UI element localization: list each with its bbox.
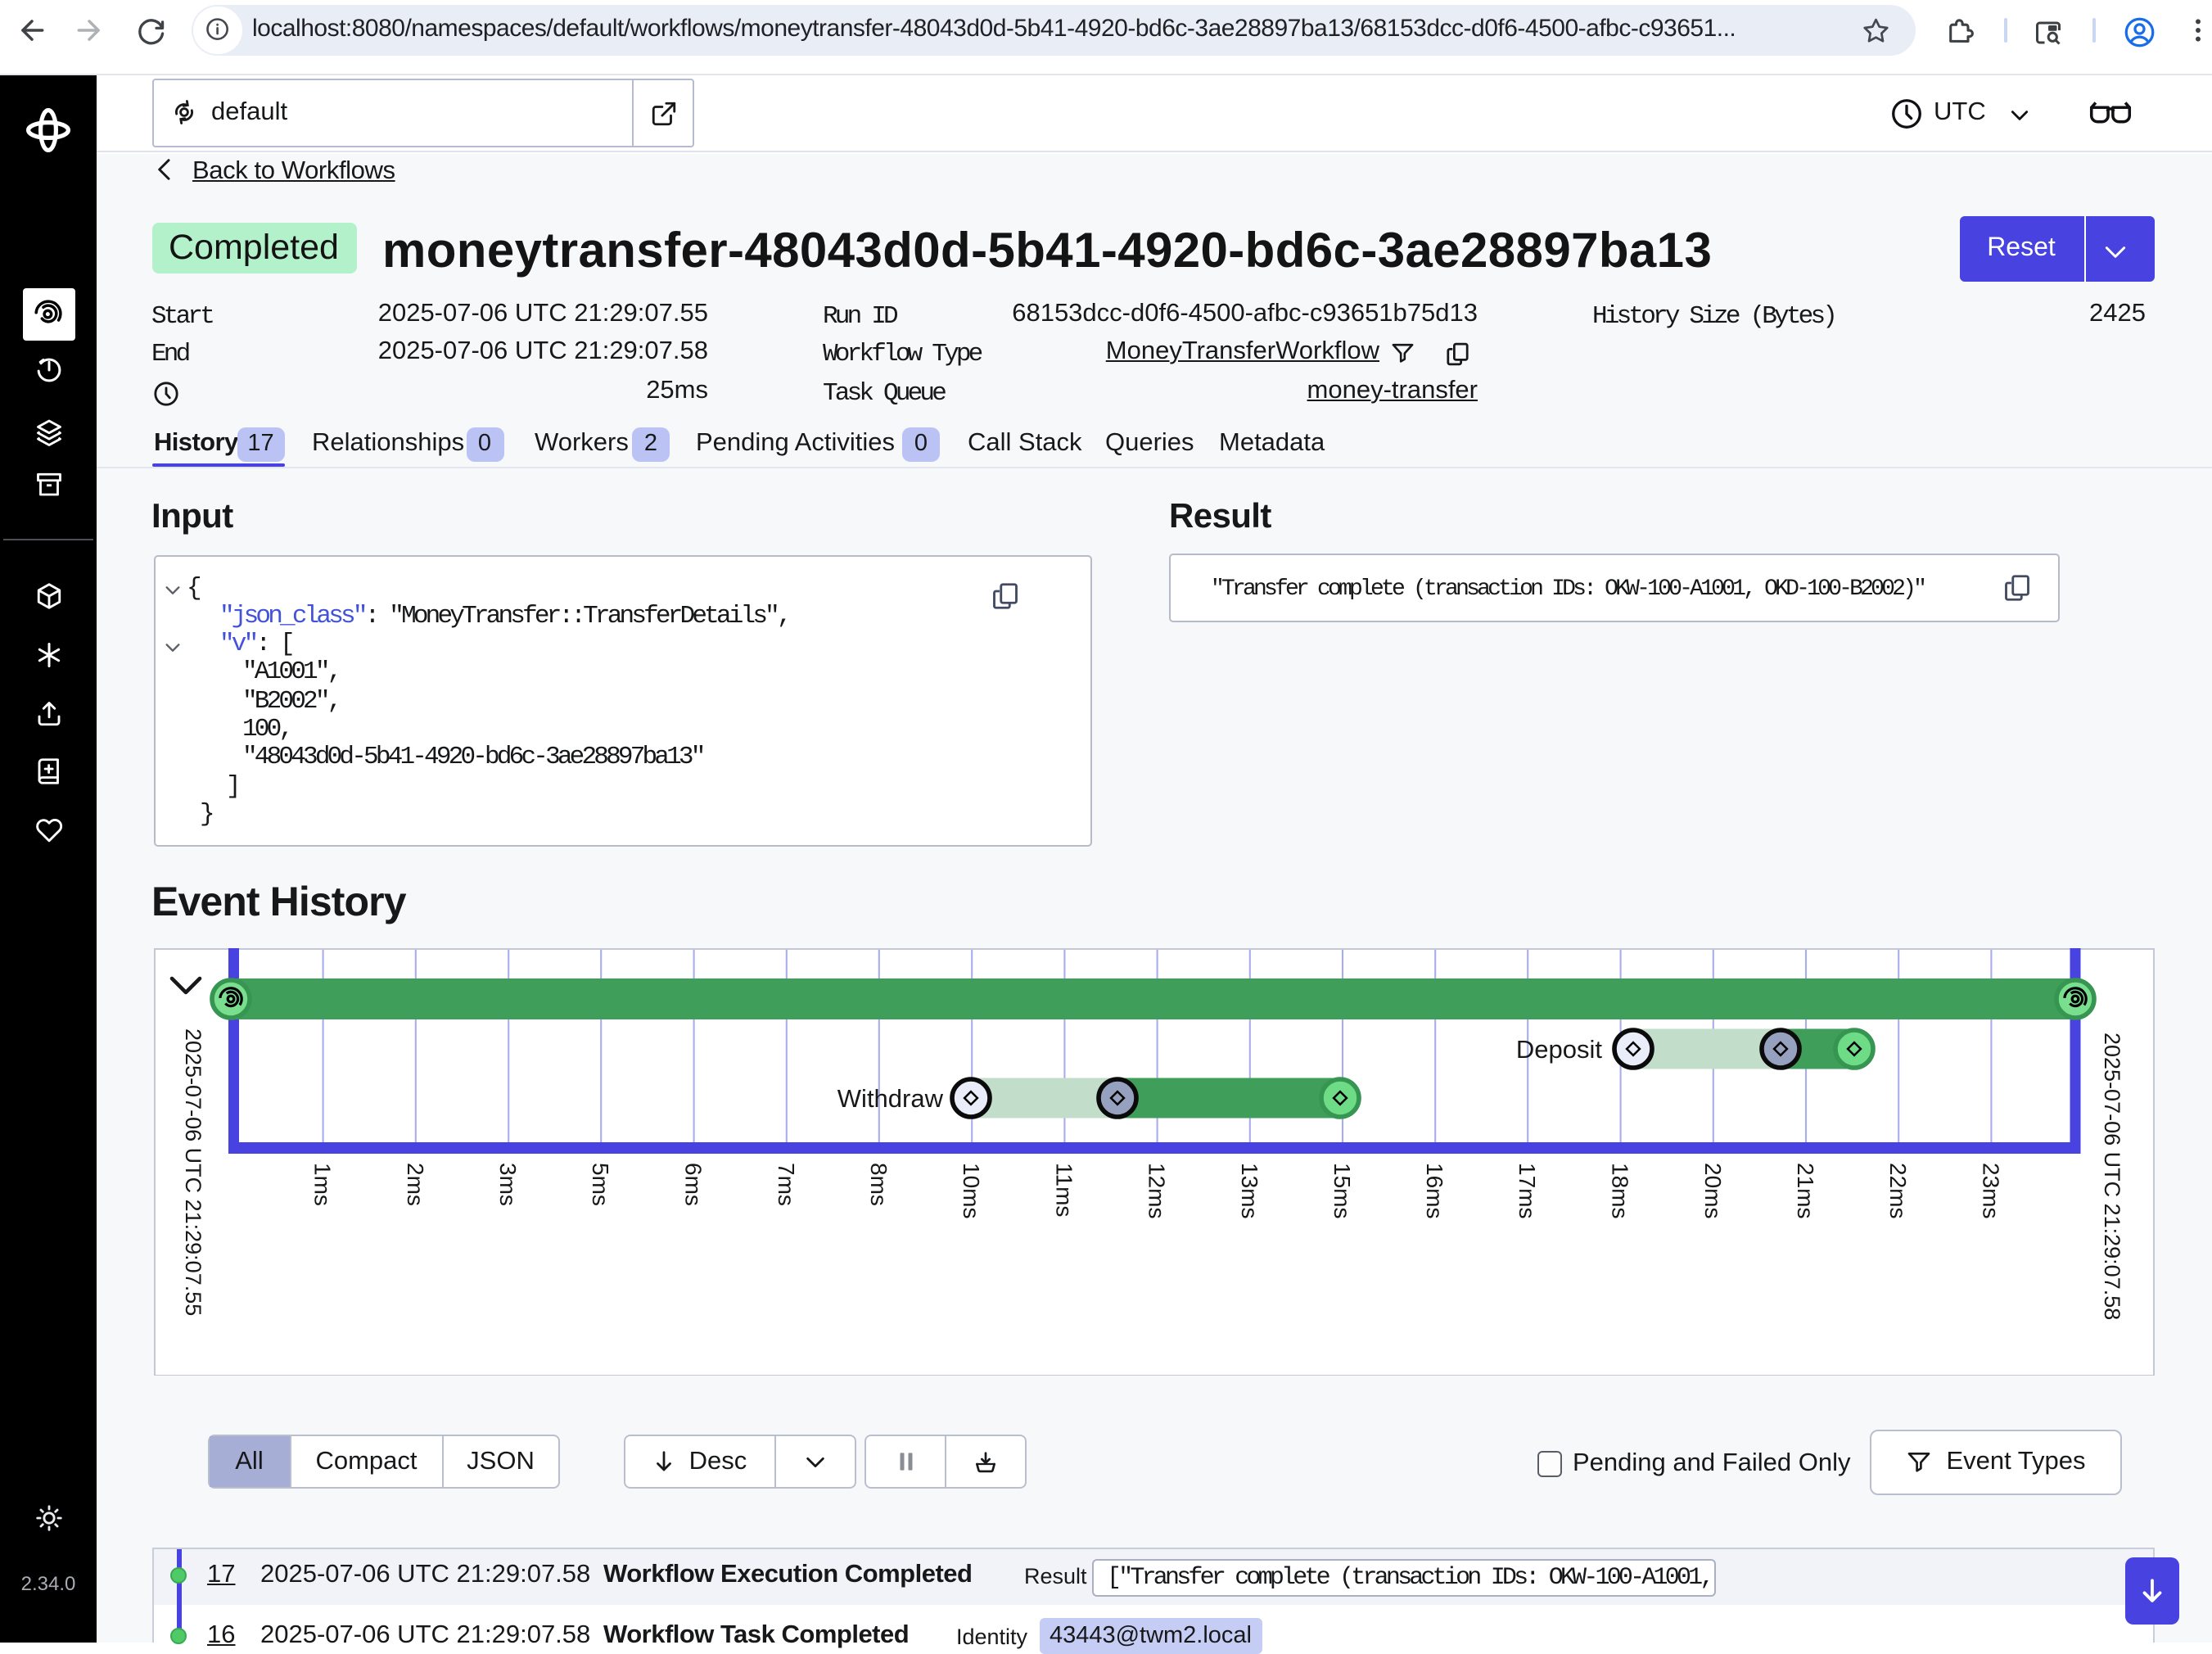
svg-text:2ms: 2ms — [402, 1162, 427, 1205]
svg-text:11ms: 11ms — [1050, 1162, 1076, 1216]
svg-text:2025-07-06 UTC 21:29:07.55: 2025-07-06 UTC 21:29:07.55 — [180, 1028, 205, 1315]
svg-text:18ms: 18ms — [1607, 1162, 1632, 1218]
svg-text:17ms: 17ms — [1514, 1162, 1539, 1218]
svg-text:Deposit: Deposit — [1515, 1034, 1601, 1063]
svg-text:1ms: 1ms — [309, 1162, 335, 1205]
svg-text:23ms: 23ms — [1977, 1162, 2002, 1218]
svg-text:2025-07-06 UTC 21:29:07.58: 2025-07-06 UTC 21:29:07.58 — [2099, 1032, 2124, 1319]
svg-text:12ms: 12ms — [1144, 1162, 1169, 1218]
svg-text:7ms: 7ms — [773, 1162, 798, 1205]
svg-text:8ms: 8ms — [865, 1162, 891, 1205]
svg-text:21ms: 21ms — [1792, 1162, 1817, 1218]
svg-text:Withdraw: Withdraw — [837, 1083, 943, 1112]
svg-text:6ms: 6ms — [680, 1162, 706, 1205]
svg-text:13ms: 13ms — [1236, 1162, 1262, 1218]
svg-text:5ms: 5ms — [587, 1162, 612, 1205]
svg-text:15ms: 15ms — [1329, 1162, 1354, 1218]
svg-text:3ms: 3ms — [494, 1162, 520, 1205]
svg-text:20ms: 20ms — [1700, 1162, 1725, 1218]
svg-text:16ms: 16ms — [1421, 1162, 1447, 1218]
svg-text:10ms: 10ms — [958, 1162, 983, 1218]
svg-text:22ms: 22ms — [1885, 1162, 1910, 1218]
